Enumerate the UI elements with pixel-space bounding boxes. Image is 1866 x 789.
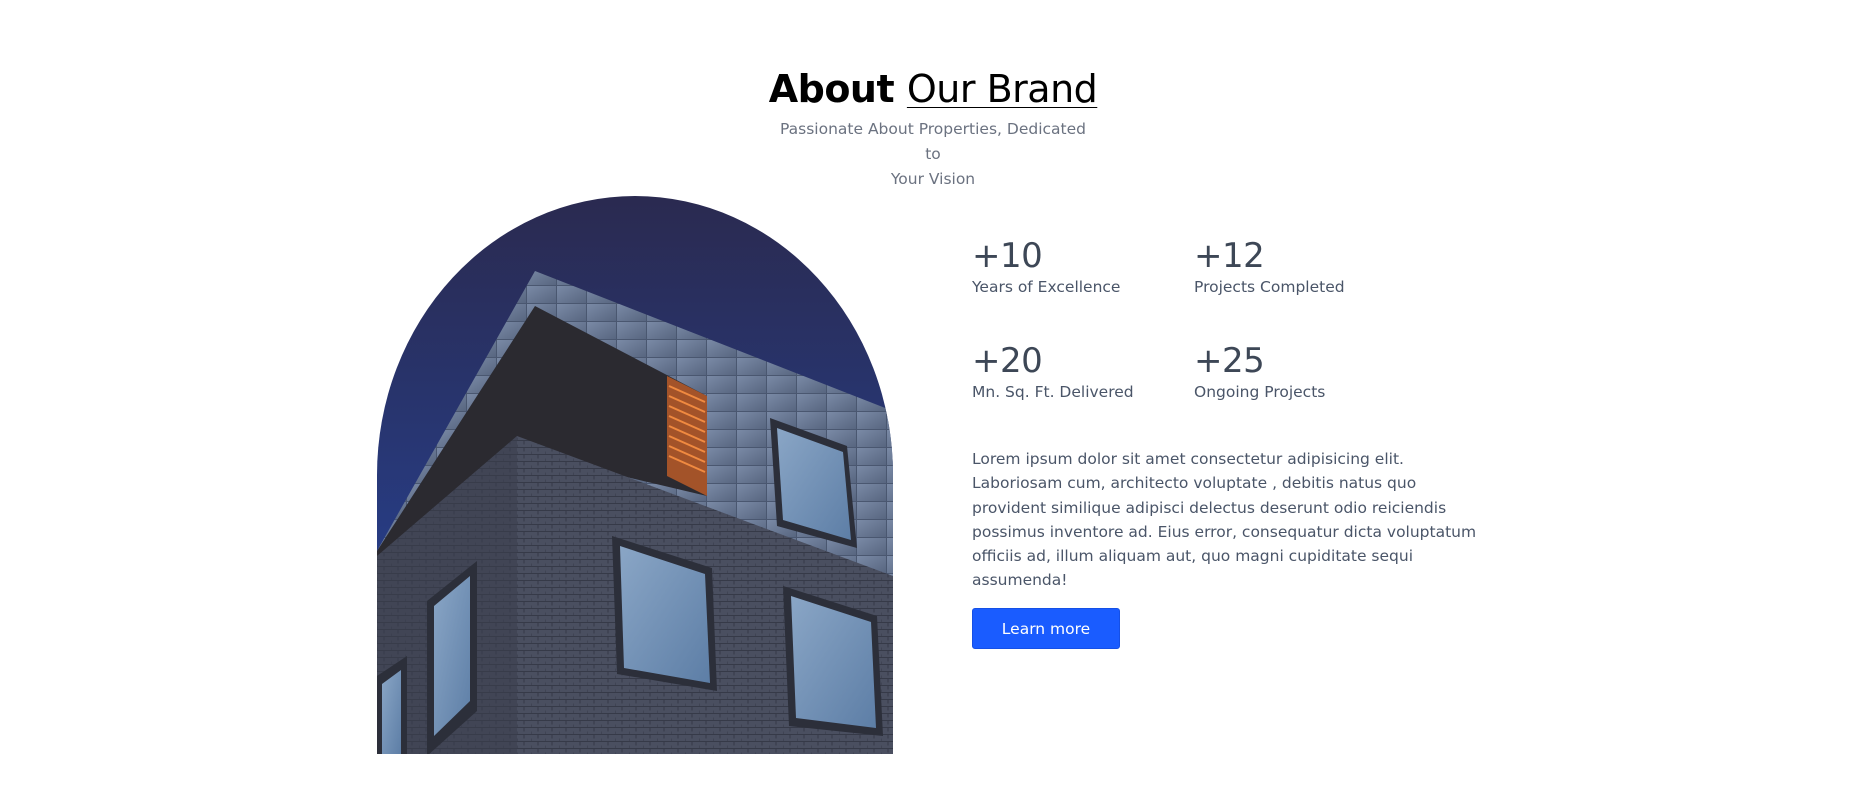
stat-value: +25 [1194,341,1265,381]
stat-ongoing-projects: +25 Ongoing Projects [1194,341,1414,403]
stat-projects-completed: +12 Projects Completed [1194,236,1414,298]
subtitle-line-1: Passionate About Properties, Dedicated t… [780,120,1086,163]
stat-label: Years of Excellence [972,278,1121,296]
title-bold: About [768,67,895,111]
building-image [377,196,893,754]
about-section: About Our Brand Passionate About Propert… [0,0,1866,789]
stat-sqft-delivered: +20 Mn. Sq. Ft. Delivered [972,341,1192,403]
section-subtitle: Passionate About Properties, Dedicated t… [773,117,1093,192]
learn-more-button[interactable]: Learn more [972,608,1120,649]
stat-value: +20 [972,341,1043,381]
section-title: About Our Brand [0,66,1866,112]
stat-label: Ongoing Projects [1194,383,1326,401]
subtitle-line-2: Your Vision [890,170,976,188]
stat-years: +10 Years of Excellence [972,236,1192,298]
stat-label: Mn. Sq. Ft. Delivered [972,383,1134,401]
title-light: Our Brand [906,67,1098,111]
stat-label: Projects Completed [1194,278,1345,296]
about-description: Lorem ipsum dolor sit amet consectetur a… [972,450,1477,590]
stat-value: +10 [972,236,1043,276]
stat-value: +12 [1194,236,1265,276]
building-illustration [377,196,893,754]
